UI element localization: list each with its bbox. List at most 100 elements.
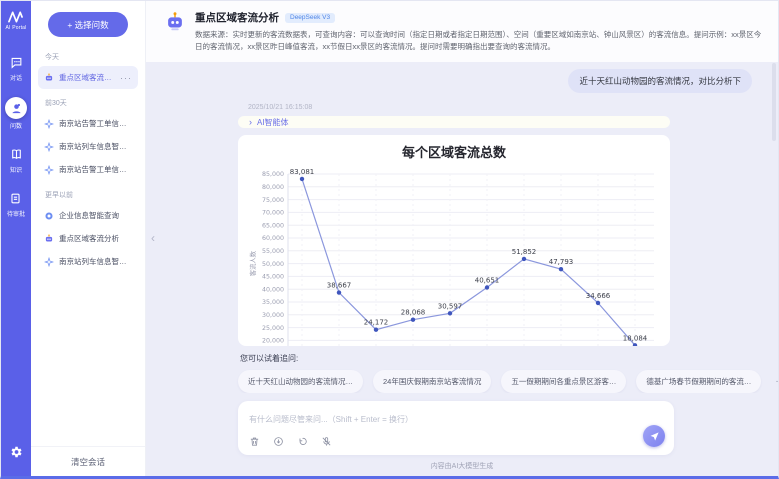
history-item-label: 南京站告警工单信息查询 [59, 118, 132, 129]
chart-title: 每个区域客流总数 [242, 142, 666, 161]
ask-data-icon [5, 97, 27, 119]
history-section-title: 前30天 [45, 98, 131, 108]
trash-icon[interactable] [249, 436, 260, 447]
agent-panel-label: AI智能体 [257, 117, 289, 128]
svg-text:40,651: 40,651 [475, 277, 500, 285]
settings-icon[interactable] [9, 445, 23, 464]
download-icon[interactable] [273, 436, 284, 447]
history-item-label: 南京站列车信息智能查询 [59, 256, 132, 267]
rail-item-label: 对话 [10, 73, 22, 82]
svg-text:50,000: 50,000 [262, 261, 284, 268]
spark-icon [44, 142, 54, 152]
suggestion-chips: 近十天红山动物园的客流情况… 24年国庆假期南京站客流情况五一假期期间各重点景区游… [238, 370, 752, 393]
message-input[interactable] [249, 415, 609, 424]
data-point [485, 285, 489, 289]
robot-avatar-icon [164, 11, 186, 33]
model-tag: DeepSeek V3 [285, 13, 335, 23]
chat-scrollbar[interactable] [772, 63, 776, 141]
rail-item-approval[interactable]: 待审批 [7, 189, 25, 218]
select-ask-button[interactable]: + 选择问数 [48, 12, 128, 37]
rail-item-knowledge[interactable]: 知识 [7, 145, 25, 174]
svg-text:30,000: 30,000 [262, 312, 284, 319]
ai-disclaimer: 内容由AI大模型生成 [146, 455, 778, 476]
history-section-title: 今天 [45, 52, 131, 62]
rail-item-label: 待审批 [7, 209, 25, 218]
knowledge-icon [7, 145, 25, 163]
mic-off-icon[interactable] [321, 436, 332, 447]
traffic-line-chart: 85,00080,00075,00070,00065,00060,00055,0… [242, 162, 666, 346]
robot-icon [44, 73, 54, 83]
svg-text:45,000: 45,000 [262, 274, 284, 281]
spark-icon [44, 119, 54, 129]
spark-icon [44, 165, 54, 175]
history-item[interactable]: 南京站告警工单信息查询 [38, 158, 138, 181]
history-item[interactable]: 重点区域客流分析 [38, 227, 138, 250]
data-point [448, 311, 452, 315]
logo-text: AI Portal [6, 25, 27, 31]
agent-panel-toggle[interactable]: › AI智能体 [238, 116, 670, 128]
clear-session-button[interactable]: 清空会话 [31, 446, 145, 476]
history-section-title: 更早以前 [45, 190, 131, 200]
svg-text:47,793: 47,793 [549, 258, 574, 266]
rail-item-label: 问数 [10, 121, 22, 130]
svg-text:18,084: 18,084 [623, 334, 648, 342]
agent-header-text: 重点区域客流分析 DeepSeek V3 数据来源：实时更新的客流数据表，可查询… [195, 10, 762, 53]
rail-item-label: 知识 [10, 165, 22, 174]
rail-item-ask-data[interactable]: 问数 [5, 97, 27, 130]
user-message-bubble: 近十天红山动物园的客流情况，对比分析下 [568, 69, 752, 93]
history-item[interactable]: 南京站列车信息智能查询 [38, 250, 138, 273]
suggestion-chip[interactable]: 五一假期期间各重点景区游客… [501, 370, 626, 393]
history-item[interactable]: 南京站告警工单信息查询 [38, 112, 138, 135]
svg-text:85,000: 85,000 [262, 171, 284, 178]
svg-text:34,666: 34,666 [586, 292, 611, 300]
collapse-sidebar-icon[interactable]: ‹ [151, 232, 155, 244]
svg-text:38,667: 38,667 [327, 282, 352, 290]
chart-card: 每个区域客流总数 85,00080,00075,00070,00065,0006… [238, 135, 670, 346]
logo-icon [8, 11, 23, 23]
history-item-label: 企业信息智能查询 [59, 210, 119, 221]
suggestion-chip[interactable]: 德基广场春节假期期间的客流… [636, 370, 761, 393]
data-point [374, 328, 378, 332]
history-item-label: 南京站告警工单信息查询 [59, 164, 132, 175]
svg-text:40,000: 40,000 [262, 286, 284, 293]
history-item[interactable]: 重点区域客流分析 ··· [38, 66, 138, 89]
suggestion-chip[interactable]: 24年国庆假期南京站客流情况 [373, 370, 491, 393]
suggestions-label: 您可以试着追问: [240, 353, 752, 364]
more-suggestions-icon[interactable]: ··· [771, 376, 778, 387]
svg-text:35,000: 35,000 [262, 299, 284, 306]
sidebar: + 选择问数 今天重点区域客流分析···前30天南京站告警工单信息查询南京站列车… [31, 1, 146, 476]
chat-thread: 近十天红山动物园的客流情况，对比分析下 2025/10/21 16:15:08 … [146, 62, 778, 393]
approval-icon [7, 189, 25, 207]
history-item-label: 重点区域客流分析 [59, 72, 115, 83]
undo-icon[interactable] [297, 436, 308, 447]
svg-text:28,068: 28,068 [401, 309, 426, 317]
user-message-row: 近十天红山动物园的客流情况，对比分析下 [238, 69, 752, 93]
nav-rail: AI Portal 对话问数知识待审批 [1, 1, 31, 476]
composer [238, 401, 674, 455]
svg-text:20,000: 20,000 [262, 338, 284, 345]
agent-description: 数据来源：实时更新的客流数据表，可查询内容：可以查询时间（指定日期或者指定日期范… [195, 29, 762, 53]
chart-area: 85,00080,00075,00070,00065,00060,00055,0… [242, 162, 666, 346]
history-item[interactable]: 企业信息智能查询 [38, 204, 138, 227]
suggestion-chip[interactable]: 近十天红山动物园的客流情况… [238, 370, 363, 393]
svg-text:24,172: 24,172 [364, 319, 389, 327]
svg-text:30,597: 30,597 [438, 302, 463, 310]
spark-icon [44, 257, 54, 267]
history-item[interactable]: 南京站列车信息智能查询 [38, 135, 138, 158]
rail-item-chat[interactable]: 对话 [7, 53, 25, 82]
message-timestamp: 2025/10/21 16:15:08 [248, 104, 752, 111]
svg-text:60,000: 60,000 [262, 235, 284, 242]
data-point [337, 290, 341, 294]
send-button[interactable] [643, 425, 665, 447]
history-list: 今天重点区域客流分析···前30天南京站告警工单信息查询南京站列车信息智能查询南… [31, 43, 145, 446]
history-item-label: 重点区域客流分析 [59, 233, 119, 244]
rail-nav: 对话问数知识待审批 [5, 53, 27, 218]
svg-text:25,000: 25,000 [262, 325, 284, 332]
history-item-menu-icon[interactable]: ··· [120, 73, 132, 83]
data-point [522, 257, 526, 261]
chevron-right-icon: › [249, 117, 252, 127]
main-area: 重点区域客流分析 DeepSeek V3 数据来源：实时更新的客流数据表，可查询… [146, 1, 778, 476]
svg-text:65,000: 65,000 [262, 222, 284, 229]
svg-text:83,081: 83,081 [290, 168, 315, 176]
dot-icon [44, 211, 54, 221]
